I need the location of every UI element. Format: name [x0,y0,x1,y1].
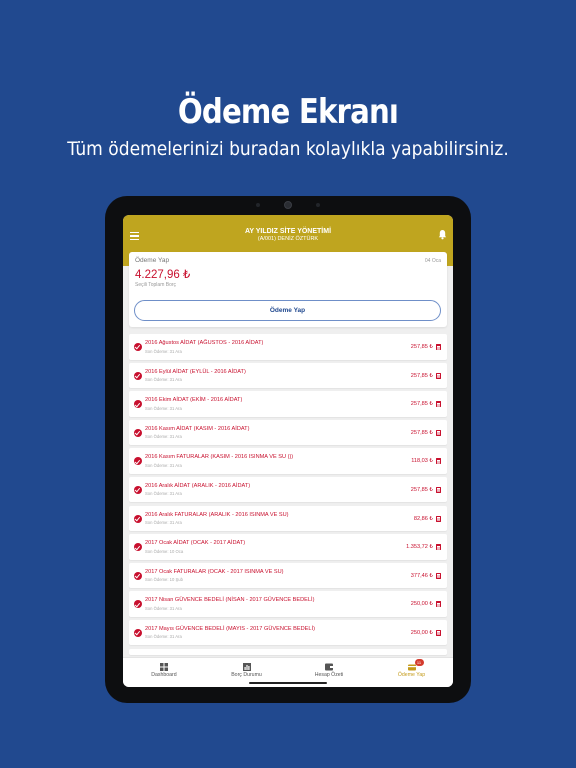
promo-subtitle: Tüm ödemelerinizi buradan kolaylıkla yap… [67,138,509,160]
list-item[interactable]: 2016 Aralık FATURALAR (ARALIK - 2016 ISI… [129,505,447,532]
invoice-icon[interactable] [436,515,441,522]
check-icon[interactable] [134,400,142,409]
item-due-date: Son Ödeme: 31 Ara [145,520,182,526]
invoice-icon[interactable] [436,629,441,636]
item-amount: 250,00 ₺ [410,601,433,608]
invoice-icon[interactable] [436,601,441,608]
notification-badge: 11 [414,659,424,666]
item-amount: 257,85 ₺ [410,344,433,350]
list-item[interactable]: 2016 Eylül AİDAT (EYLÜL - 2016 AİDAT) Son… [129,362,447,389]
list-item[interactable]: 2016 Kasım AİDAT (KASIM - 2016 AİDAT) Son… [129,419,447,446]
list-item[interactable]: 2016 Aralık AİDAT (ARALIK - 2016 AİDAT) S… [129,476,447,503]
item-title: 2017 Ocak FATURALAR (OCAK - 2017 ISINMA … [145,568,284,575]
invoice-icon[interactable] [436,572,441,579]
item-amount: 257,85 ₺ [410,429,433,436]
debt-list: 2016 Ağustos AİDAT (AĞUSTOS - 2016 AİDAT… [129,334,447,658]
app-screen: AY YILDIZ SİTE YÖNETİMİ (A/001) DENİZ ÖZ… [123,215,453,687]
tab-label: Ödeme Yap [397,672,426,678]
check-icon[interactable] [134,628,142,637]
check-icon[interactable] [134,543,142,552]
check-icon[interactable] [134,571,142,580]
header-title: AY YILDIZ SİTE YÖNETİMİ [244,228,332,235]
tab-label: Dashboard [151,672,177,678]
item-amount: 1.353,72 ₺ [406,544,433,551]
item-due-date: Son Ödeme: 31 Ara [145,605,182,611]
item-title: 2017 Nisan GÜVENCE BEDELİ (NİSAN - 2017 … [145,597,315,604]
invoice-icon[interactable] [436,486,441,493]
total-note: Seçili Toplam Borç [135,282,177,288]
check-icon[interactable] [134,514,142,523]
item-amount: 257,85 ₺ [410,372,433,379]
dashboard-icon [160,663,168,671]
invoice-icon[interactable] [436,544,441,551]
invoice-icon[interactable] [436,429,441,436]
item-amount: 250,00 ₺ [410,629,433,636]
tab-label: Borç Durumu [231,672,262,678]
header-subtitle: (A/001) DENİZ ÖZTÜRK [257,236,319,242]
wallet-icon [325,663,333,671]
invoice-icon[interactable] [436,344,441,350]
list-item[interactable]: 2016 Kasım FATURALAR (KASIM - 2016 ISINM… [129,448,447,474]
chart-icon [242,663,251,671]
item-title: 2016 Aralık FATURALAR (ARALIK - 2016 ISI… [145,511,289,518]
tab-dashboard[interactable]: Dashboard [123,658,205,687]
item-due-date: Son Ödeme: 31 Ara [145,491,182,497]
item-amount: 82,86 ₺ [413,515,433,522]
bell-icon[interactable] [438,229,447,240]
camera [284,201,292,209]
check-icon[interactable] [134,343,142,351]
check-icon[interactable] [134,600,142,609]
tab-label: Hesap Özeti [314,672,344,678]
item-due-date: Son Ödeme: 31 Ara [145,462,182,468]
invoice-icon[interactable] [436,401,441,408]
item-due-date: Son Ödeme: 10 Şub [145,577,183,583]
pay-button[interactable]: Ödeme Yap [134,300,441,321]
item-title: 2016 Ekim AİDAT (EKİM - 2016 AİDAT) [145,397,243,404]
item-due-date: Son Ödeme: 31 Ara [145,348,182,354]
tab-ödeme-yap[interactable]: Ödeme Yap 11 [371,658,453,687]
item-title: 2017 Mayıs GÜVENCE BEDELİ (MAYIS - 2017 … [145,625,315,632]
check-icon[interactable] [134,485,142,494]
item-title: 2016 Aralık AİDAT (ARALIK - 2016 AİDAT) [145,482,251,489]
item-amount: 257,85 ₺ [410,401,433,408]
total-amount: 4.227,96 ₺ [135,269,191,281]
card-label: Ödeme Yap [135,257,170,264]
payment-icon [407,664,416,671]
list-item-partial [129,648,447,655]
check-icon[interactable] [134,371,142,380]
item-due-date: Son Ödeme: 31 Ara [145,634,182,640]
invoice-icon[interactable] [436,458,441,465]
item-title: 2016 Eylül AİDAT (EYLÜL - 2016 AİDAT) [145,368,246,375]
item-due-date: Son Ödeme: 31 Ara [145,405,182,411]
home-indicator [249,682,327,684]
list-item[interactable]: 2016 Ağustos AİDAT (AĞUSTOS - 2016 AİDAT… [129,334,447,360]
item-title: 2016 Kasım AİDAT (KASIM - 2016 AİDAT) [145,425,250,432]
item-title: 2017 Ocak AİDAT (OCAK - 2017 AİDAT) [145,540,246,547]
item-amount: 377,46 ₺ [410,572,433,579]
item-due-date: Son Ödeme: 31 Ara [145,377,182,383]
list-item[interactable]: 2017 Mayıs GÜVENCE BEDELİ (MAYIS - 2017 … [129,619,447,646]
item-title: 2016 Kasım FATURALAR (KASIM - 2016 ISINM… [145,454,294,461]
item-due-date: Son Ödeme: 10 Oca [145,548,184,554]
list-item[interactable]: 2017 Ocak AİDAT (OCAK - 2017 AİDAT) Son Ö… [129,534,447,560]
item-title: 2016 Ağustos AİDAT (AĞUSTOS - 2016 AİDAT… [145,340,264,346]
list-item[interactable]: 2017 Nisan GÜVENCE BEDELİ (NİSAN - 2017 … [129,591,447,617]
item-amount: 257,85 ₺ [410,486,433,493]
sensor-dot [316,203,320,207]
card-date: 04 Oca [424,258,441,264]
promo-title: Ödeme Ekranı [177,92,399,132]
invoice-icon[interactable] [436,372,441,379]
list-item[interactable]: 2017 Ocak FATURALAR (OCAK - 2017 ISINMA … [129,562,447,589]
check-icon[interactable] [134,428,142,437]
sensor-dot [256,203,260,207]
item-amount: 118,03 ₺ [411,458,433,465]
check-icon[interactable] [134,457,142,466]
item-due-date: Son Ödeme: 31 Ara [145,434,182,440]
payment-summary-card: Ödeme Yap 04 Oca 4.227,96 ₺ Seçili Topla… [129,252,447,327]
list-item[interactable]: 2016 Ekim AİDAT (EKİM - 2016 AİDAT) Son Ö… [129,391,447,417]
